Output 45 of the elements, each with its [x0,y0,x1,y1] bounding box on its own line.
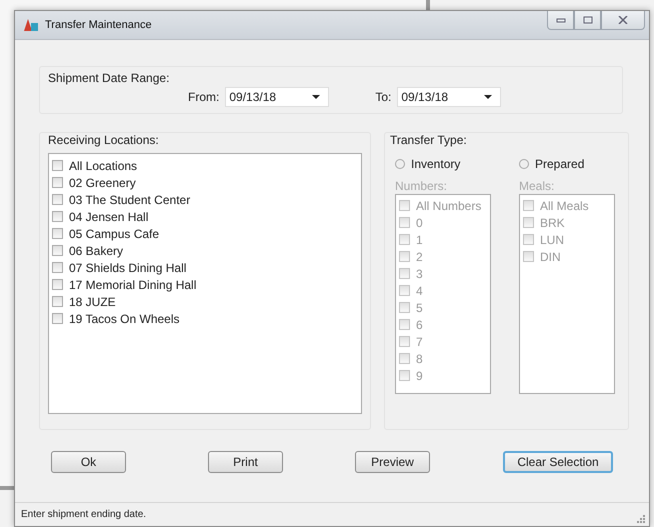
checkbox[interactable] [52,296,63,307]
list-item[interactable]: 06 Bakery [52,242,358,259]
list-item[interactable]: 07 Shields Dining Hall [52,259,358,276]
group-label: Shipment Date Range: [48,71,170,85]
checkbox[interactable] [52,177,63,188]
list-item[interactable]: 05 Campus Cafe [52,225,358,242]
button[interactable]: Ok [51,451,126,473]
group-label: Receiving Locations: [48,133,160,147]
close-icon [618,16,628,24]
button[interactable]: Print [208,451,283,473]
close-button[interactable] [601,11,645,30]
field-label: To: [375,90,392,104]
date-picker[interactable]: 09/13/18 [397,87,502,107]
checkbox[interactable] [52,245,63,256]
resize-grip-icon [635,513,645,523]
field-label: From: [188,90,220,104]
list-item[interactable]: 02 Greenery [52,174,358,191]
maximize-button[interactable] [574,11,601,30]
button[interactable]: Preview [355,451,430,473]
list-item[interactable]: 17 Memorial Dining Hall [52,276,358,293]
minimize-icon [556,17,566,23]
checkbox[interactable] [52,211,63,222]
checkbox[interactable] [52,313,63,324]
checkbox[interactable] [52,279,63,290]
dropdown-arrow-icon [484,95,492,99]
button[interactable]: Clear Selection [503,451,613,473]
maximize-icon [582,16,592,24]
checkbox[interactable] [52,194,63,205]
list-item[interactable]: 03 The Student Center [52,191,358,208]
list-item[interactable]: All Locations [52,157,358,174]
checkbox[interactable] [52,160,63,171]
window-title: Transfer Maintenance [45,19,152,31]
checkbox[interactable] [52,228,63,239]
status-text: Enter shipment ending date. [21,509,146,520]
minimize-button[interactable] [547,11,574,30]
date-picker[interactable]: 09/13/18 [225,87,330,107]
dropdown-arrow-icon [312,95,320,99]
checkbox[interactable] [52,262,63,273]
list-label: Numbers: [395,179,448,193]
list-label: Meals: [519,179,556,193]
list-item[interactable]: 18 JUZE [52,293,358,310]
list-item[interactable]: 04 Jensen Hall [52,208,358,225]
list-item[interactable]: 19 Tacos On Wheels [52,310,358,327]
app-icon [23,18,39,32]
group-label: Transfer Type: [390,133,468,147]
